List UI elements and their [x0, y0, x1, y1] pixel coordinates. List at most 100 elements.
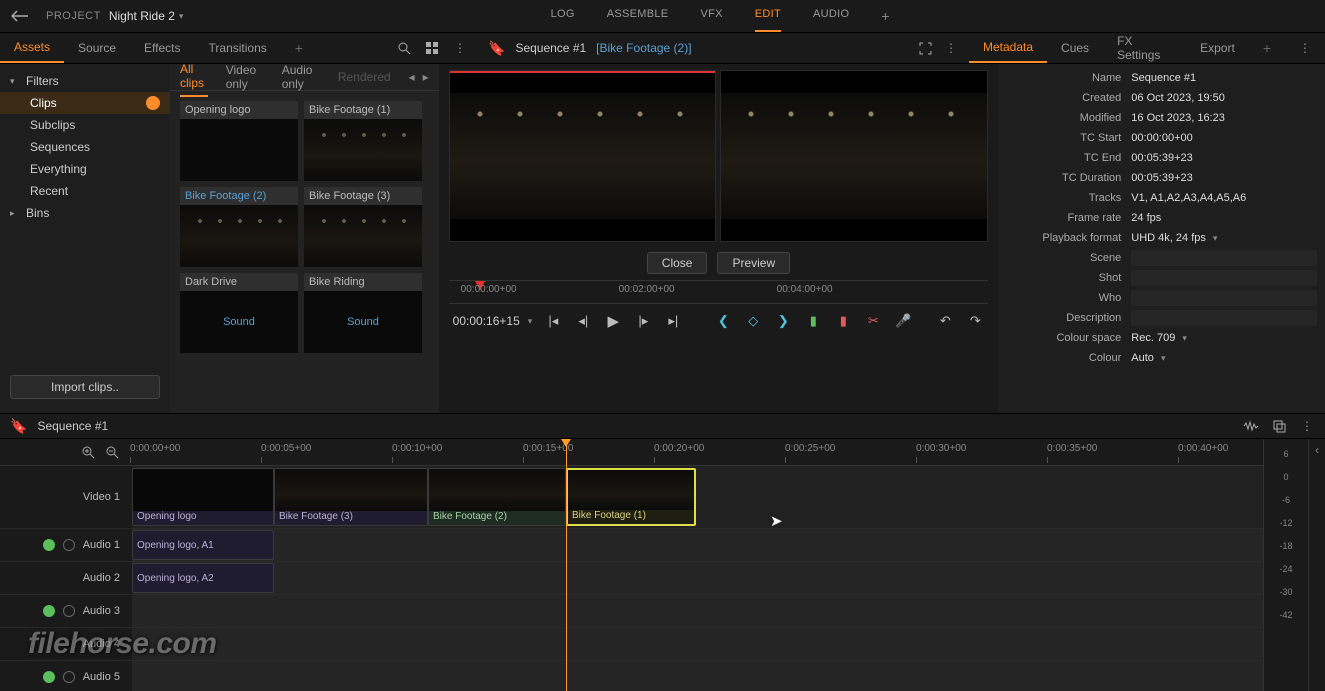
step-back-icon[interactable]: ◂| — [574, 313, 592, 329]
voice-over-icon[interactable]: 🎤 — [894, 313, 912, 329]
go-start-icon[interactable]: |◂ — [544, 313, 562, 329]
timeline-clip[interactable]: Opening logo — [132, 468, 274, 526]
meta-more-icon[interactable]: ⋮ — [1285, 33, 1325, 63]
meta-row: TracksV1, A1,A2,A3,A4,A5,A6 — [998, 188, 1325, 208]
tree-sequences[interactable]: Sequences — [0, 136, 170, 158]
audio-track-label[interactable]: Audio 5 — [83, 671, 120, 683]
filter-prev-icon[interactable]: ◂ — [409, 70, 415, 84]
timeline-sequence-name[interactable]: Sequence #1 — [37, 419, 108, 433]
clip-thumbnail: Sound — [304, 291, 422, 353]
clip-item[interactable]: Bike Footage (2) — [180, 187, 298, 267]
cut-icon[interactable]: ✂ — [864, 313, 882, 329]
meta-label: Modified — [1006, 112, 1131, 124]
audio-track-label[interactable]: Audio 3 — [83, 605, 120, 617]
viewer-clip-name[interactable]: [Bike Footage (2)] — [596, 41, 691, 55]
mark-in-icon[interactable]: ❮ — [714, 313, 732, 329]
mark-clear-icon[interactable]: ◇ — [744, 313, 762, 329]
add-workspace-icon[interactable]: + — [881, 0, 889, 32]
playhead[interactable] — [566, 439, 567, 691]
workspace-tab-log[interactable]: LOG — [551, 0, 575, 32]
redo-icon[interactable]: ↷ — [966, 313, 984, 329]
play-icon[interactable]: ▶ — [604, 312, 622, 330]
clip-item[interactable]: Dark DriveSound — [180, 273, 298, 353]
meta-tab-cues[interactable]: Cues — [1047, 33, 1103, 63]
waveform-icon[interactable] — [1243, 418, 1259, 434]
filter-next-icon[interactable]: ▸ — [423, 70, 429, 84]
asset-tab-assets[interactable]: Assets — [0, 33, 64, 63]
add-meta-tab-icon[interactable]: + — [1249, 33, 1285, 63]
meta-value[interactable] — [1131, 310, 1317, 326]
audio-track-label[interactable]: Audio 4 — [83, 638, 120, 650]
clip-item[interactable]: Bike RidingSound — [304, 273, 422, 353]
workspace-tab-assemble[interactable]: ASSEMBLE — [607, 0, 669, 32]
meta-value[interactable] — [1131, 290, 1317, 306]
more-icon[interactable]: ⋮ — [452, 40, 468, 56]
record-viewer[interactable] — [720, 70, 988, 242]
import-clips-button[interactable]: Import clips.. — [10, 375, 160, 399]
mark-out-icon[interactable]: ❯ — [774, 313, 792, 329]
clip-item[interactable]: Bike Footage (1) — [304, 101, 422, 181]
meta-tab-metadata[interactable]: Metadata — [969, 33, 1047, 63]
meta-value[interactable] — [1131, 270, 1317, 286]
audio-track-label[interactable]: Audio 1 — [83, 539, 120, 551]
workspace-tab-edit[interactable]: EDIT — [755, 0, 781, 32]
workspace-tab-vfx[interactable]: VFX — [700, 0, 722, 32]
meta-value: 24 fps — [1131, 212, 1161, 224]
back-button[interactable] — [8, 4, 32, 28]
timeline-bookmark-icon[interactable]: 🔖 — [10, 418, 27, 435]
timeline-clip[interactable]: Bike Footage (2) — [428, 468, 566, 526]
meta-row: TC Start00:00:00+00 — [998, 128, 1325, 148]
video-track-label[interactable]: Video 1 — [83, 491, 120, 503]
timeline-clip[interactable]: Bike Footage (3) — [274, 468, 428, 526]
meta-value: Sequence #1 — [1131, 72, 1196, 84]
meta-value[interactable]: Auto ▾ — [1131, 352, 1165, 364]
tree-bins[interactable]: ▸Bins — [0, 202, 170, 224]
meta-tab-fx-settings[interactable]: FX Settings — [1103, 33, 1186, 63]
project-name[interactable]: Night Ride 2 — [109, 9, 175, 23]
meta-value[interactable]: UHD 4k, 24 fps ▾ — [1131, 232, 1217, 244]
add-marker-icon[interactable]: ▮ — [804, 313, 822, 329]
go-end-icon[interactable]: ▸| — [664, 313, 682, 329]
collapse-panel-icon[interactable]: ‹ — [1308, 439, 1325, 691]
search-icon[interactable] — [396, 40, 412, 56]
clip-item[interactable]: Opening logo — [180, 101, 298, 181]
audio-track-label[interactable]: Audio 2 — [83, 572, 120, 584]
source-viewer[interactable] — [449, 70, 717, 242]
zoom-in-icon[interactable] — [80, 444, 96, 460]
grid-view-icon[interactable] — [424, 40, 440, 56]
meta-value[interactable]: Rec. 709 ▾ — [1131, 332, 1187, 344]
tree-subclips[interactable]: Subclips — [0, 114, 170, 136]
radio-on-icon — [146, 96, 160, 110]
timeline-clip[interactable]: Bike Footage (1) — [566, 468, 696, 526]
bookmark-icon[interactable]: 🔖 — [488, 40, 505, 57]
timeline-tick: 0:00:25+00 — [785, 443, 835, 454]
clip-label: Bike Footage (3) — [304, 187, 422, 205]
preview-button[interactable]: Preview — [717, 252, 790, 274]
audio-clip[interactable]: Opening logo, A1 — [132, 530, 274, 560]
copy-icon[interactable] — [1271, 418, 1287, 434]
chevron-down-icon[interactable]: ▾ — [179, 11, 184, 22]
zoom-out-icon[interactable] — [104, 444, 120, 460]
delete-marker-icon[interactable]: ▮ — [834, 313, 852, 329]
viewer-more-icon[interactable]: ⋮ — [943, 40, 959, 56]
meta-label: Scene — [1006, 252, 1131, 264]
audio-clip[interactable]: Opening logo, A2 — [132, 563, 274, 593]
tree-filters[interactable]: ▾Filters — [0, 70, 170, 92]
undo-icon[interactable]: ↶ — [936, 313, 954, 329]
workspace-tab-audio[interactable]: AUDIO — [813, 0, 849, 32]
close-button[interactable]: Close — [647, 252, 708, 274]
filter-rendered[interactable]: Rendered — [338, 65, 391, 89]
viewer-sequence-name[interactable]: Sequence #1 — [515, 41, 586, 55]
timeline-more-icon[interactable]: ⋮ — [1299, 418, 1315, 434]
tree-recent[interactable]: Recent — [0, 180, 170, 202]
tree-clips[interactable]: Clips — [0, 92, 170, 114]
step-fwd-icon[interactable]: |▸ — [634, 313, 652, 329]
timecode-display[interactable]: 00:00:16+15▾ — [453, 314, 533, 328]
fullscreen-icon[interactable] — [917, 40, 933, 56]
meta-tab-export[interactable]: Export — [1186, 33, 1249, 63]
meta-value[interactable] — [1131, 250, 1317, 266]
viewer-tick: 00:02:00+00 — [619, 284, 675, 295]
asset-tab-source[interactable]: Source — [64, 33, 130, 63]
clip-item[interactable]: Bike Footage (3) — [304, 187, 422, 267]
tree-everything[interactable]: Everything — [0, 158, 170, 180]
